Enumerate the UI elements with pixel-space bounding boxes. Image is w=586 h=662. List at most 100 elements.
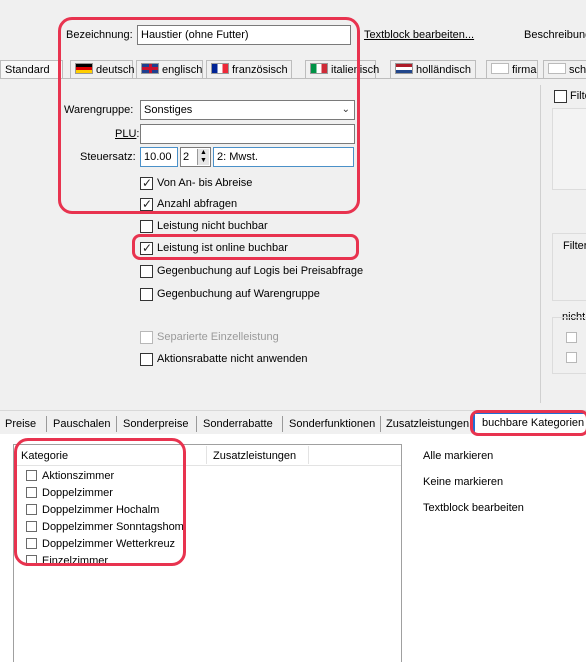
blank-flag-icon: [548, 63, 566, 74]
tab-sonderfunktionen[interactable]: Sonderfunktionen: [289, 414, 375, 434]
kategorie-checkbox[interactable]: [26, 504, 37, 515]
kategorie-label: Aktionszimmer: [42, 470, 115, 482]
tab-separator: [282, 416, 283, 432]
tab-deutsch-label: deutsch: [96, 64, 135, 76]
textblock-bearbeiten-button[interactable]: Textblock bearbeiten: [423, 502, 524, 514]
kategorie-label: Doppelzimmer Sonntagshom: [42, 521, 184, 533]
tab-firma[interactable]: firma: [486, 60, 538, 79]
tab-buchbare-kategorien-label: buchbare Kategorien: [482, 417, 585, 429]
tab-franzoesisch-label: französisch: [232, 64, 288, 76]
tab-standard[interactable]: Standard: [0, 60, 63, 79]
steuersatz-input[interactable]: 10.00: [140, 147, 178, 167]
tab-hollaendisch-label: holländisch: [416, 64, 472, 76]
italian-flag-icon: [310, 63, 328, 74]
kategorie-checkbox[interactable]: [26, 470, 37, 481]
von-an-bis-abreise-checkbox[interactable]: ✓: [140, 176, 153, 190]
tab-separator: [46, 416, 47, 432]
separierte-einzelleistung-label: Separierte Einzelleistung: [157, 331, 279, 343]
kategorie-checkbox[interactable]: [26, 521, 37, 532]
filter-checkbox-label: Filte: [570, 90, 586, 102]
tab-italienisch-label: italienisch: [331, 64, 380, 76]
von-an-bis-abreise-label: Von An- bis Abreise: [157, 177, 253, 189]
gegenbuchung-warengruppe-checkbox[interactable]: [140, 288, 153, 301]
nicht-option-2-checkbox: [566, 352, 577, 363]
steuer-text-input[interactable]: 2: Mwst.: [213, 147, 354, 167]
online-buchbar-label: Leistung ist online buchbar: [157, 242, 288, 254]
tab-buchbare-kategorien[interactable]: buchbare Kategorien: [473, 412, 586, 434]
tab-franzoesisch[interactable]: französisch: [206, 60, 292, 79]
warengruppe-value: Sonstiges: [144, 104, 193, 116]
tab-pauschalen[interactable]: Pauschalen: [53, 414, 111, 434]
bezeichnung-label: Bezeichnung:: [66, 29, 133, 41]
filter-box: [552, 108, 586, 190]
aktionsrabatte-checkbox[interactable]: [140, 353, 153, 366]
tab-hollaendisch[interactable]: holländisch: [390, 60, 476, 79]
leistung-nicht-buchbar-label: Leistung nicht buchbar: [157, 220, 268, 232]
tab-sonderrabatte[interactable]: Sonderrabatte: [203, 414, 273, 434]
french-flag-icon: [211, 63, 229, 74]
aktionsrabatte-label: Aktionsrabatte nicht anwenden: [157, 353, 308, 365]
column-header-kategorie[interactable]: Kategorie: [21, 450, 68, 462]
tab-schweiz[interactable]: schw: [543, 60, 586, 79]
kategorie-label: Doppelzimmer: [42, 487, 113, 499]
check-icon: ✓: [142, 176, 153, 190]
alle-markieren-button[interactable]: Alle markieren: [423, 450, 493, 462]
language-tabs: Standard deutsch englisch französisch it…: [0, 60, 586, 79]
textblock-bearbeiten-link[interactable]: Textblock bearbeiten...: [364, 29, 474, 41]
tab-strip-line: [0, 78, 586, 79]
leistung-nicht-buchbar-checkbox[interactable]: [140, 220, 153, 233]
tab-englisch-label: englisch: [162, 64, 203, 76]
check-icon: ✓: [142, 241, 153, 255]
tab-separator: [196, 416, 197, 432]
gegenbuchung-warengruppe-label: Gegenbuchung auf Warengruppe: [157, 288, 320, 300]
uk-flag-icon: [141, 63, 159, 74]
plu-input[interactable]: [140, 124, 355, 144]
tab-preise[interactable]: Preise: [5, 414, 36, 434]
kategorie-table-header: [14, 445, 401, 466]
german-flag-icon: [75, 63, 93, 74]
separierte-einzelleistung-checkbox: [140, 331, 153, 344]
tab-italienisch[interactable]: italienisch: [305, 60, 380, 79]
steuer-code-value: 2: [183, 151, 190, 163]
plu-label: PLU:: [115, 128, 140, 140]
online-buchbar-checkbox[interactable]: ✓: [140, 241, 153, 255]
spin-arrows-icon[interactable]: ▲ ▼: [197, 149, 209, 165]
tab-deutsch[interactable]: deutsch: [70, 60, 135, 79]
tab-schweiz-label: schw: [569, 64, 586, 76]
nicht-group-box: [552, 317, 586, 374]
kategorie-checkbox[interactable]: [26, 555, 37, 566]
check-icon: ✓: [142, 197, 153, 211]
kategorie-label: Doppelzimmer Hochalm: [42, 504, 160, 516]
tab-firma-label: firma: [512, 64, 537, 76]
kategorie-checkbox[interactable]: [26, 538, 37, 549]
chevron-down-icon: ⌄: [341, 104, 350, 115]
tab-englisch[interactable]: englisch: [136, 60, 203, 79]
kategorie-checkbox[interactable]: [26, 487, 37, 498]
tab-separator: [380, 416, 381, 432]
column-divider[interactable]: [308, 446, 309, 464]
filter-checkbox[interactable]: [554, 90, 567, 103]
tab-zusatzleistungen[interactable]: Zusatzleistungen: [386, 414, 469, 434]
steuer-code-spinner[interactable]: 2 ▲ ▼: [180, 147, 211, 167]
kategorie-label: Einzelzimmer: [42, 555, 109, 567]
dutch-flag-icon: [395, 63, 413, 74]
tab-standard-label: Standard: [5, 64, 50, 76]
filter-group-box: [552, 233, 586, 301]
column-divider[interactable]: [206, 446, 207, 464]
beschreibung-link[interactable]: Beschreibung: [524, 29, 586, 41]
warengruppe-select[interactable]: Sonstiges ⌄: [140, 100, 355, 120]
nicht-option-1-checkbox: [566, 332, 577, 343]
column-header-zusatzleistungen[interactable]: Zusatzleistungen: [213, 450, 296, 462]
anzahl-abfragen-checkbox[interactable]: ✓: [140, 197, 153, 211]
gegenbuchung-logis-checkbox[interactable]: [140, 265, 153, 278]
tab-separator: [116, 416, 117, 432]
tab-sonderpreise[interactable]: Sonderpreise: [123, 414, 188, 434]
steuersatz-label: Steuersatz:: [80, 151, 136, 163]
blank-flag-icon: [491, 63, 509, 74]
warengruppe-label: Warengruppe:: [64, 104, 134, 116]
bezeichnung-input[interactable]: Haustier (ohne Futter): [137, 25, 351, 45]
anzahl-abfragen-label: Anzahl abfragen: [157, 198, 238, 210]
gegenbuchung-logis-label: Gegenbuchung auf Logis bei Preisabfrage: [157, 265, 364, 277]
kategorie-label: Doppelzimmer Wetterkreuz: [42, 538, 176, 550]
keine-markieren-button[interactable]: Keine markieren: [423, 476, 503, 488]
